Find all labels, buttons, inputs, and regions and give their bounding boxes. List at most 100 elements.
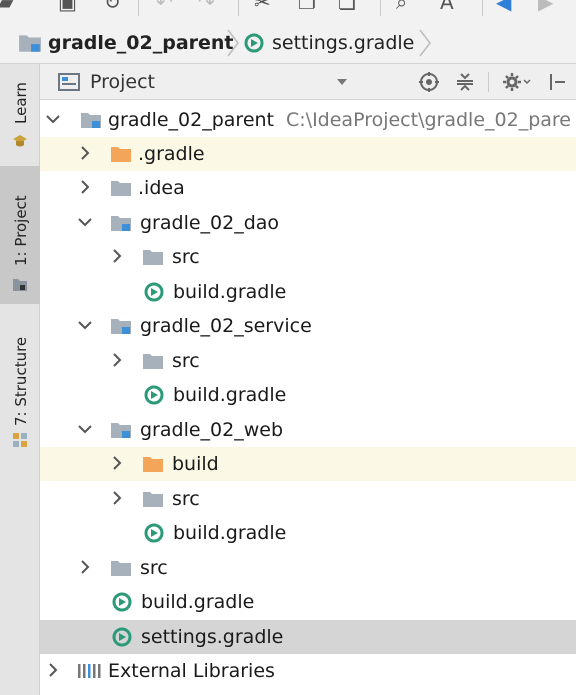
excluded-folder-icon [142,455,164,473]
learn-tab-label: Learn [12,82,30,124]
module-folder-icon [110,317,132,335]
replace-icon[interactable]: A [440,0,454,14]
graduation-cap-icon [13,135,27,147]
folder-icon [110,179,132,197]
tree-item-service-src[interactable]: src [40,344,576,378]
tree-item-build-gradle[interactable]: build.gradle [40,585,576,619]
tree-item-label: settings.gradle [141,626,284,648]
tree-item-label: build.gradle [141,591,255,613]
gradle-icon [244,33,264,53]
structure-icon [13,433,27,447]
folder-icon [142,490,164,508]
back-icon[interactable]: ◀ [496,0,511,14]
module-folder-icon [110,214,132,232]
structure-tab-label: 7: Structure [12,336,30,426]
collapse-arrow-icon[interactable] [110,456,124,470]
tool-window-strip: Learn 1: Project 7: Structure [0,64,40,695]
tree-item-label: gradle_02_web [140,419,284,441]
tree-item-label: build.gradle [173,522,287,544]
breadcrumb-project[interactable]: gradle_02_parent [18,22,234,64]
breadcrumb-file[interactable]: settings.gradle [244,22,414,64]
gradle-icon [144,523,164,543]
tree-item-label: gradle_02_dao [140,212,280,234]
expand-arrow-icon[interactable] [78,422,92,436]
undo-icon[interactable]: ↶ [156,0,173,14]
project-view-selector[interactable]: Project [90,64,155,100]
tree-item-label: External Libraries [108,660,275,682]
library-icon [78,664,101,678]
main-toolbar: ▰ ▣ ↻ ↶ ↷ ✂ ❐ ❏ ⌕ A ◀ ▶ [0,0,576,22]
tree-item-root[interactable]: gradle_02_parent C:\IdeaProject\gradle_02… [40,103,576,137]
tree-item-label: gradle_02_parent C:\IdeaProject\gradle_02… [108,103,571,137]
tree-item-web-module[interactable]: gradle_02_web [40,413,576,447]
root-name: gradle_02_parent [108,109,274,131]
tree-item-service-module[interactable]: gradle_02_service [40,309,576,343]
project-tab-label: 1: Project [12,195,30,266]
module-folder-icon [110,421,132,439]
cut-icon[interactable]: ✂ [254,0,271,14]
open-icon[interactable]: ▰ [0,0,13,14]
project-tab[interactable]: 1: Project [0,166,40,304]
tree-item-label: src [172,488,200,510]
tree-item-web-src[interactable]: src [40,482,576,516]
module-folder-icon [18,33,42,53]
collapse-arrow-icon[interactable] [110,491,124,505]
redo-icon[interactable]: ↷ [198,0,215,14]
find-icon[interactable]: ⌕ [396,0,407,14]
collapse-arrow-icon[interactable] [46,663,60,677]
tree-item-label: build.gradle [173,384,287,406]
tree-item-label: .gradle [138,143,205,165]
locate-icon[interactable] [418,71,440,93]
tree-item-label: src [172,246,200,268]
navigation-bar: gradle_02_parent settings.gradle [0,22,576,64]
collapse-arrow-icon[interactable] [78,146,92,160]
gear-icon[interactable] [502,72,532,92]
hide-panel-icon[interactable] [548,72,568,92]
tree-item-settings-gradle[interactable]: settings.gradle [40,620,576,654]
tree-item-label: src [140,557,168,579]
collapse-arrow-icon[interactable] [110,249,124,263]
tree-item-service-build-gradle[interactable]: build.gradle [40,378,576,412]
breadcrumb-file-label: settings.gradle [272,32,415,54]
gradle-icon [144,385,164,405]
tree-item-external-libraries[interactable]: External Libraries [40,654,576,688]
dropdown-arrow-icon[interactable] [336,78,348,86]
tree-item-web-build-dir[interactable]: build [40,447,576,481]
tree-item-web-build-gradle[interactable]: build.gradle [40,516,576,550]
breadcrumb-separator-icon [419,29,431,57]
structure-tab[interactable]: 7: Structure [0,314,40,464]
tree-item-dao-module[interactable]: gradle_02_dao [40,206,576,240]
tree-item-label: build [172,453,219,475]
collapse-all-icon[interactable] [454,72,476,92]
folder-icon [142,352,164,370]
forward-icon[interactable]: ▶ [538,0,553,14]
expand-arrow-icon[interactable] [46,112,60,126]
gradle-icon [112,627,132,647]
tree-item-label: src [172,350,200,372]
project-view-icon [58,73,80,91]
tree-item-label: .idea [138,177,185,199]
tree-item-label: gradle_02_service [140,315,312,337]
tree-item-dao-build-gradle[interactable]: build.gradle [40,275,576,309]
tree-item-label: build.gradle [173,281,287,303]
gradle-icon [144,282,164,302]
tree-item-gradle-dir[interactable]: .gradle [40,137,576,171]
expand-arrow-icon[interactable] [78,215,92,229]
folder-icon [142,248,164,266]
save-icon[interactable]: ▣ [58,0,77,14]
paste-icon[interactable]: ❏ [338,0,356,14]
sync-icon[interactable]: ↻ [104,0,121,14]
collapse-arrow-icon[interactable] [78,180,92,194]
copy-icon[interactable]: ❐ [298,0,316,14]
tree-item-dao-src[interactable]: src [40,240,576,274]
tree-item-idea-dir[interactable]: .idea [40,171,576,205]
learn-tab[interactable]: Learn [0,64,40,164]
collapse-arrow-icon[interactable] [78,560,92,574]
excluded-folder-icon [110,145,132,163]
gradle-icon [112,592,132,612]
collapse-arrow-icon[interactable] [110,353,124,367]
tree-item-src[interactable]: src [40,551,576,585]
expand-arrow-icon[interactable] [78,318,92,332]
project-tree: gradle_02_parent C:\IdeaProject\gradle_02… [40,101,576,695]
folder-icon [110,559,132,577]
